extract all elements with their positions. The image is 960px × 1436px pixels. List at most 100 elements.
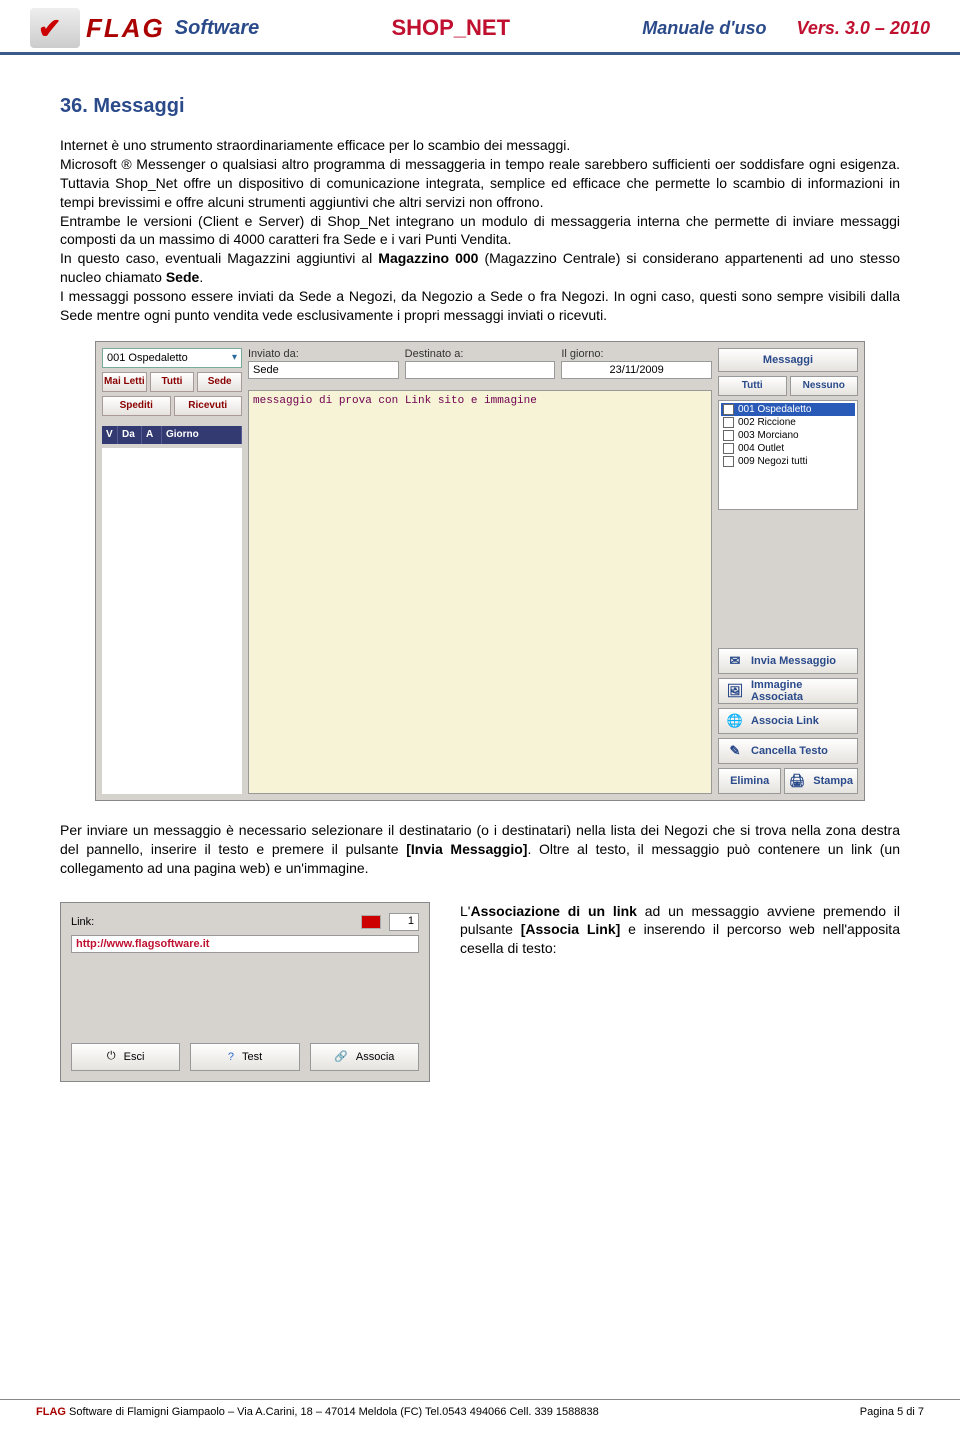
chevron-down-icon: ▾ <box>232 352 237 363</box>
logo-area: ✔ FLAG Software <box>30 8 259 48</box>
screenshot-messages-panel: 001 Ospedaletto ▾ Mai Letti Tutti Sede S… <box>95 341 865 801</box>
btn-stampa[interactable]: 🖨 Stampa <box>784 768 858 794</box>
p4-b: Magazzino 000 <box>378 250 478 266</box>
lbl-link: Link: <box>71 916 107 928</box>
globe-icon: 🌐 <box>727 713 743 729</box>
btn-label: Immagine Associata <box>751 679 849 703</box>
th-da: Da <box>118 426 142 444</box>
link-row: Link: 1 http://www.flagsoftware.it ⏻ Esci… <box>60 902 900 1082</box>
btn-sede[interactable]: Sede <box>197 372 242 392</box>
btn-mai-letti[interactable]: Mai Letti <box>102 372 147 392</box>
link-url-input[interactable]: http://www.flagsoftware.it <box>71 935 419 953</box>
checkbox-icon[interactable] <box>723 417 734 428</box>
table-header: V Da A Giorno <box>102 426 242 444</box>
list-item[interactable]: 009 Negozi tutti <box>721 455 855 468</box>
p4-d: Sede <box>166 269 199 285</box>
link-number-input[interactable]: 1 <box>389 913 419 931</box>
page-footer: FLAG Software di Flamigni Giampaolo – Vi… <box>0 1399 960 1436</box>
flag-icon <box>361 915 381 929</box>
screenshot-link-dialog: Link: 1 http://www.flagsoftware.it ⏻ Esci… <box>60 902 430 1082</box>
btn-associa[interactable]: 🔗Associa <box>310 1043 419 1071</box>
btn-cancella-testo[interactable]: ✎Cancella Testo <box>718 738 858 764</box>
shop-select-value: 001 Ospedaletto <box>107 352 188 364</box>
btn-ricevuti[interactable]: Ricevuti <box>174 396 243 416</box>
paragraph-4: In questo caso, eventuali Magazzini aggi… <box>60 249 900 287</box>
message-textarea[interactable]: messaggio di prova con Link sito e immag… <box>248 390 712 794</box>
body-text-block: Internet è uno strumento straordinariame… <box>60 136 900 325</box>
list-item-label: 009 Negozi tutti <box>738 456 808 467</box>
btn-invia-messaggio[interactable]: ✉Invia Messaggio <box>718 648 858 674</box>
p4-e: . <box>199 269 203 285</box>
header-version: Vers. 3.0 – 2010 <box>797 18 930 39</box>
btn-select-nessuno[interactable]: Nessuno <box>790 376 859 396</box>
left-panel: 001 Ospedaletto ▾ Mai Letti Tutti Sede S… <box>102 348 242 794</box>
paragraph-7: L'Associazione di un link ad un messaggi… <box>460 902 900 959</box>
image-icon: 🖼 <box>727 683 743 699</box>
list-item-label: 004 Outlet <box>738 443 784 454</box>
footer-address: Software di Flamigni Giampaolo – Via A.C… <box>66 1406 599 1418</box>
btn-label: Elimina <box>730 775 769 787</box>
shops-list[interactable]: 001 Ospedaletto 002 Riccione 003 Morcian… <box>718 400 858 510</box>
middle-panel: Inviato da: Sede Destinato a: Il giorno:… <box>248 348 712 794</box>
btn-label: Associa Link <box>751 715 819 727</box>
checkbox-icon[interactable] <box>723 456 734 467</box>
paragraph-2: Microsoft ® Messenger o qualsiasi altro … <box>60 155 900 212</box>
btn-label: Test <box>242 1051 262 1063</box>
list-item-label: 003 Morciano <box>738 430 799 441</box>
inp-il-giorno[interactable]: 23/11/2009 <box>561 361 712 379</box>
btn-esci[interactable]: ⏻ Esci <box>71 1043 180 1071</box>
header-software: Software <box>175 17 259 40</box>
shop-select[interactable]: 001 Ospedaletto ▾ <box>102 348 242 368</box>
list-item[interactable]: 003 Morciano <box>721 429 855 442</box>
paragraph-3: Entrambe le versioni (Client e Server) d… <box>60 212 900 250</box>
p6-b: [Invia Messaggio] <box>406 841 527 857</box>
help-icon: ? <box>228 1051 234 1063</box>
lbl-destinato-a: Destinato a: <box>405 348 556 360</box>
btn-tutti[interactable]: Tutti <box>150 372 195 392</box>
th-giorno: Giorno <box>162 426 242 444</box>
paragraph-5: I messaggi possono essere inviati da Sed… <box>60 287 900 325</box>
paragraph-1: Internet è uno strumento straordinariame… <box>60 136 900 155</box>
lbl-il-giorno: Il giorno: <box>561 348 712 360</box>
checkbox-icon[interactable] <box>723 404 734 415</box>
list-item[interactable]: 002 Riccione <box>721 416 855 429</box>
header-manual: Manuale d'uso <box>642 18 766 39</box>
section-title: 36. Messaggi <box>60 95 900 118</box>
content-area: 36. Messaggi Internet è uno strumento st… <box>0 55 960 1102</box>
footer-left: FLAG Software di Flamigni Giampaolo – Vi… <box>36 1406 599 1418</box>
paragraph-6: Per inviare un messaggio è necessario se… <box>60 821 900 878</box>
checkbox-icon[interactable] <box>723 443 734 454</box>
body-text-block-2: Per inviare un messaggio è necessario se… <box>60 821 900 878</box>
logo-icon: ✔ <box>30 8 80 48</box>
th-v: V <box>102 426 118 444</box>
btn-spediti[interactable]: Spediti <box>102 396 171 416</box>
btn-label: Invia Messaggio <box>751 655 836 667</box>
btn-label: Stampa <box>813 775 853 787</box>
logo-text: FLAG <box>86 13 165 44</box>
printer-icon: 🖨 <box>789 773 805 789</box>
p7-a: L' <box>460 903 470 919</box>
btn-test[interactable]: ? Test <box>190 1043 299 1071</box>
list-item-label: 001 Ospedaletto <box>738 404 811 415</box>
p7-d: [Associa Link] <box>521 921 621 937</box>
list-item-label: 002 Riccione <box>738 417 796 428</box>
list-item[interactable]: 004 Outlet <box>721 442 855 455</box>
footer-page-number: Pagina 5 di 7 <box>860 1406 924 1418</box>
lbl-inviato-da: Inviato da: <box>248 348 399 360</box>
btn-immagine-associata[interactable]: 🖼 Immagine Associata <box>718 678 858 704</box>
inp-inviato-da[interactable]: Sede <box>248 361 399 379</box>
header-title: SHOP_NET <box>391 15 510 41</box>
list-item[interactable]: 001 Ospedaletto <box>721 403 855 416</box>
exit-icon: ⏻ <box>107 1050 116 1063</box>
btn-messaggi-header[interactable]: Messaggi <box>718 348 858 372</box>
checkmark-icon: ✔ <box>38 12 61 45</box>
btn-label: Associa <box>356 1051 395 1063</box>
btn-elimina[interactable]: Elimina <box>718 768 781 794</box>
btn-label: Esci <box>124 1051 145 1063</box>
btn-select-tutti[interactable]: Tutti <box>718 376 787 396</box>
btn-associa-link[interactable]: 🌐 Associa Link <box>718 708 858 734</box>
table-body[interactable] <box>102 448 242 794</box>
inp-destinato-a[interactable] <box>405 361 556 379</box>
checkbox-icon[interactable] <box>723 430 734 441</box>
footer-flag: FLAG <box>36 1406 66 1418</box>
